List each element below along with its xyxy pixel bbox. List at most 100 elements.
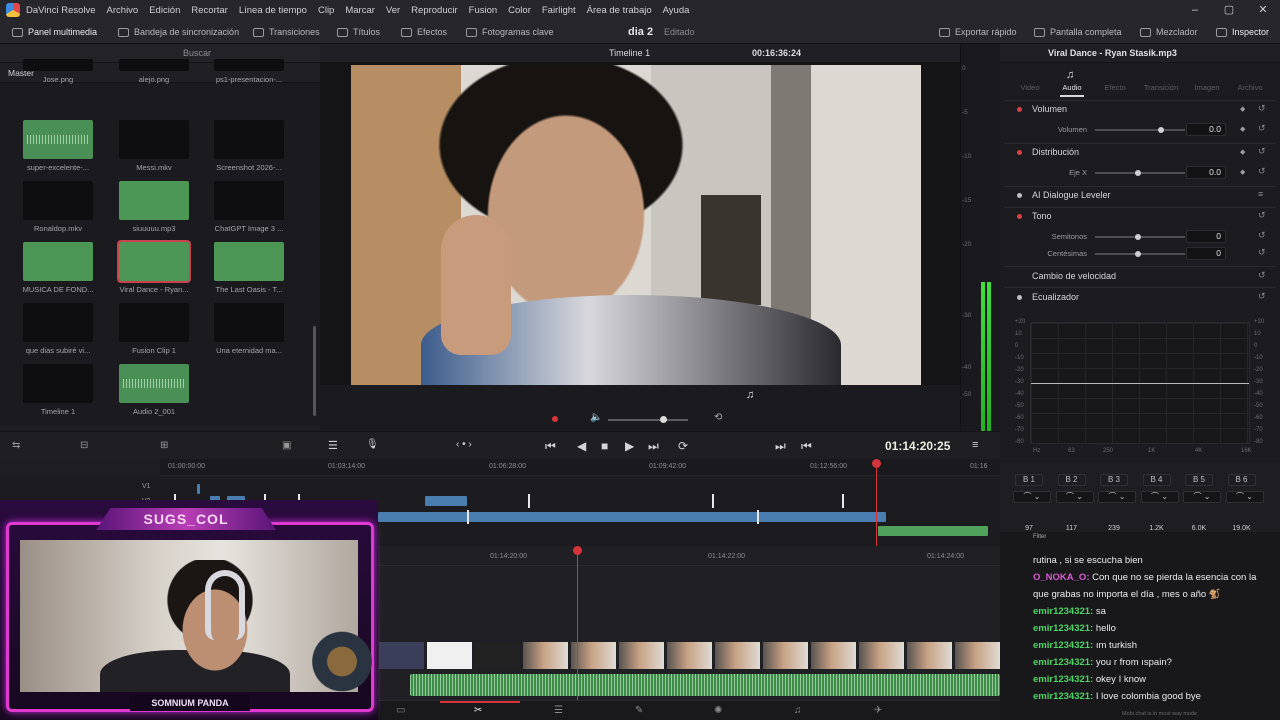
- stop-icon[interactable]: ■: [601, 439, 608, 453]
- reset-icon[interactable]: ↺: [1258, 123, 1266, 134]
- sync-bin-button[interactable]: Bandeja de sincronización: [118, 20, 239, 44]
- eq-band-frequency[interactable]: 1.2K: [1143, 525, 1171, 532]
- media-clip[interactable]: alejo.png: [118, 59, 190, 84]
- edit-page-icon[interactable]: ☰: [554, 705, 563, 716]
- eq-band-frequency[interactable]: 19.0K: [1228, 525, 1256, 532]
- media-clip[interactable]: ps1-presentacion-...: [213, 59, 285, 84]
- cents-slider-knob[interactable]: [1135, 251, 1141, 257]
- volume-slider[interactable]: [1095, 127, 1185, 133]
- media-clip[interactable]: Screenshot 2026-...: [213, 120, 285, 172]
- eq-band-shape-dropdown[interactable]: ⌒ ⌄: [1140, 491, 1179, 503]
- media-pool-button[interactable]: Panel multimedia: [12, 20, 97, 44]
- mixer-button[interactable]: Mezclador: [1140, 20, 1198, 44]
- overwrite-icon[interactable]: ⊞: [160, 440, 168, 451]
- minimize-icon[interactable]: –: [1178, 0, 1212, 20]
- eq-band-shape-dropdown[interactable]: ⌒ ⌄: [1183, 491, 1221, 503]
- volume-slider-knob[interactable]: [1158, 127, 1164, 133]
- reverse-play-icon[interactable]: ◀: [577, 439, 586, 453]
- media-pool-scrollbar[interactable]: [313, 326, 316, 416]
- cut-page-icon[interactable]: ✂: [474, 705, 482, 716]
- keyframe-icon[interactable]: ◆: [1240, 125, 1245, 133]
- eq-band-frequency[interactable]: 117: [1058, 525, 1086, 532]
- jump-prev-icon[interactable]: ‹ • ›: [456, 439, 472, 450]
- audio-tool-icon[interactable]: ♫: [746, 389, 754, 401]
- tab-efecto[interactable]: Efecto: [1095, 83, 1135, 92]
- eq-band-shape-dropdown[interactable]: ⌒ ⌄: [1055, 491, 1094, 503]
- timeline-ruler-detail[interactable]: 01:14:20:00 01:14:22:00 01:14:24:00: [378, 546, 1000, 566]
- reset-icon[interactable]: ↺: [1258, 247, 1266, 258]
- audio-track-detail[interactable]: [410, 674, 1000, 696]
- eq-band-frequency[interactable]: 239: [1100, 525, 1128, 532]
- keyframes-button[interactable]: Fotogramas clave: [466, 20, 554, 44]
- reset-icon[interactable]: ↺: [1258, 146, 1266, 157]
- eq-graph[interactable]: [1030, 322, 1250, 444]
- loop-icon[interactable]: ⟲: [714, 412, 722, 423]
- record-dot-icon[interactable]: [552, 416, 558, 422]
- media-clip[interactable]: Ronaldop.mkv: [22, 181, 94, 233]
- eq-band-toggle[interactable]: B 2: [1057, 474, 1086, 486]
- eq-band-toggle[interactable]: B 1: [1015, 474, 1043, 486]
- playhead-top[interactable]: [872, 459, 881, 549]
- eq-band-frequency[interactable]: 97: [1015, 525, 1043, 532]
- media-clip[interactable]: siuuuuu.mp3: [118, 181, 190, 233]
- semitones-slider-knob[interactable]: [1135, 234, 1141, 240]
- menu-recortar[interactable]: Recortar: [191, 5, 227, 16]
- fairlight-page-icon[interactable]: ♫: [794, 705, 802, 716]
- semitones-slider[interactable]: [1095, 234, 1185, 240]
- titles-button[interactable]: Títulos: [337, 20, 380, 44]
- reset-icon[interactable]: ↺: [1258, 230, 1266, 241]
- timeline-clip-main[interactable]: [378, 512, 886, 522]
- maximize-icon[interactable]: ▢: [1212, 0, 1246, 20]
- media-clip[interactable]: Fusion Clip 1: [118, 303, 190, 355]
- semitones-value[interactable]: 0: [1186, 230, 1226, 243]
- play-icon[interactable]: ▶: [625, 439, 634, 453]
- media-page-icon[interactable]: ▭: [396, 705, 405, 716]
- menu-linea-de-tiempo[interactable]: Línea de tiempo: [239, 5, 307, 16]
- effects-button[interactable]: Efectos: [401, 20, 447, 44]
- tab-archivo[interactable]: Archivo: [1230, 83, 1270, 92]
- reset-icon[interactable]: ↺: [1258, 210, 1266, 221]
- fullscreen-button[interactable]: Pantalla completa: [1034, 20, 1122, 44]
- eq-band-toggle[interactable]: B 5: [1185, 474, 1213, 486]
- volume-value[interactable]: 0.0: [1186, 123, 1226, 136]
- reset-icon[interactable]: ↺: [1258, 270, 1266, 281]
- pan-slider-knob[interactable]: [1135, 170, 1141, 176]
- go-to-end-icon[interactable]: ⏭: [648, 439, 659, 454]
- media-clip[interactable]: Messi.mkv: [118, 120, 190, 172]
- volume-knob[interactable]: [660, 416, 667, 423]
- video-track-detail[interactable]: [378, 641, 1001, 671]
- menu-reproducir[interactable]: Reproducir: [411, 5, 457, 16]
- menu-color[interactable]: Color: [508, 5, 531, 16]
- go-to-start-icon[interactable]: ⏮: [545, 439, 556, 454]
- eq-band-shape-dropdown[interactable]: ⌒ ⌄: [1098, 491, 1136, 503]
- media-clip[interactable]: The Last Oasis - T...: [213, 242, 285, 294]
- pan-enable-dot[interactable]: [1017, 150, 1022, 155]
- menu-fairlight[interactable]: Fairlight: [542, 5, 576, 16]
- menu-edicion[interactable]: Edición: [149, 5, 180, 16]
- eq-band-frequency[interactable]: 6.0K: [1185, 525, 1213, 532]
- media-clip[interactable]: Una eternidad ma...: [213, 303, 285, 355]
- playhead-detail[interactable]: [573, 546, 582, 701]
- media-clip[interactable]: MUSICA DE FOND...: [22, 242, 94, 294]
- pitch-enable-dot[interactable]: [1017, 214, 1022, 219]
- media-clip[interactable]: super-excelente-...: [22, 120, 94, 172]
- eq-band-toggle[interactable]: B 6: [1227, 474, 1256, 486]
- tab-transicion[interactable]: Transición: [1141, 83, 1181, 92]
- keyframe-icon[interactable]: ◆: [1240, 148, 1245, 156]
- tab-video[interactable]: Video: [1010, 83, 1050, 92]
- chat-filter[interactable]: Filter: [1033, 534, 1046, 540]
- quick-export-button[interactable]: Exportar rápido: [939, 20, 1017, 44]
- options-icon[interactable]: ≡: [972, 439, 978, 451]
- eq-band-toggle[interactable]: B 3: [1100, 474, 1128, 486]
- close-icon[interactable]: ✕: [1246, 0, 1280, 20]
- timeline-audio-clip[interactable]: [878, 526, 988, 536]
- prev-edit-icon[interactable]: ⏮: [801, 439, 812, 454]
- edit-mode-icon[interactable]: ⇆: [12, 440, 20, 451]
- pan-slider[interactable]: [1095, 170, 1185, 176]
- cents-slider[interactable]: [1095, 251, 1185, 257]
- mic-icon[interactable]: 🎙: [366, 439, 379, 450]
- menu-ver[interactable]: Ver: [386, 5, 400, 16]
- place-on-top-icon[interactable]: ▣: [282, 440, 291, 451]
- dialogue-enable-dot[interactable]: [1017, 193, 1022, 198]
- pan-value[interactable]: 0.0: [1186, 166, 1226, 179]
